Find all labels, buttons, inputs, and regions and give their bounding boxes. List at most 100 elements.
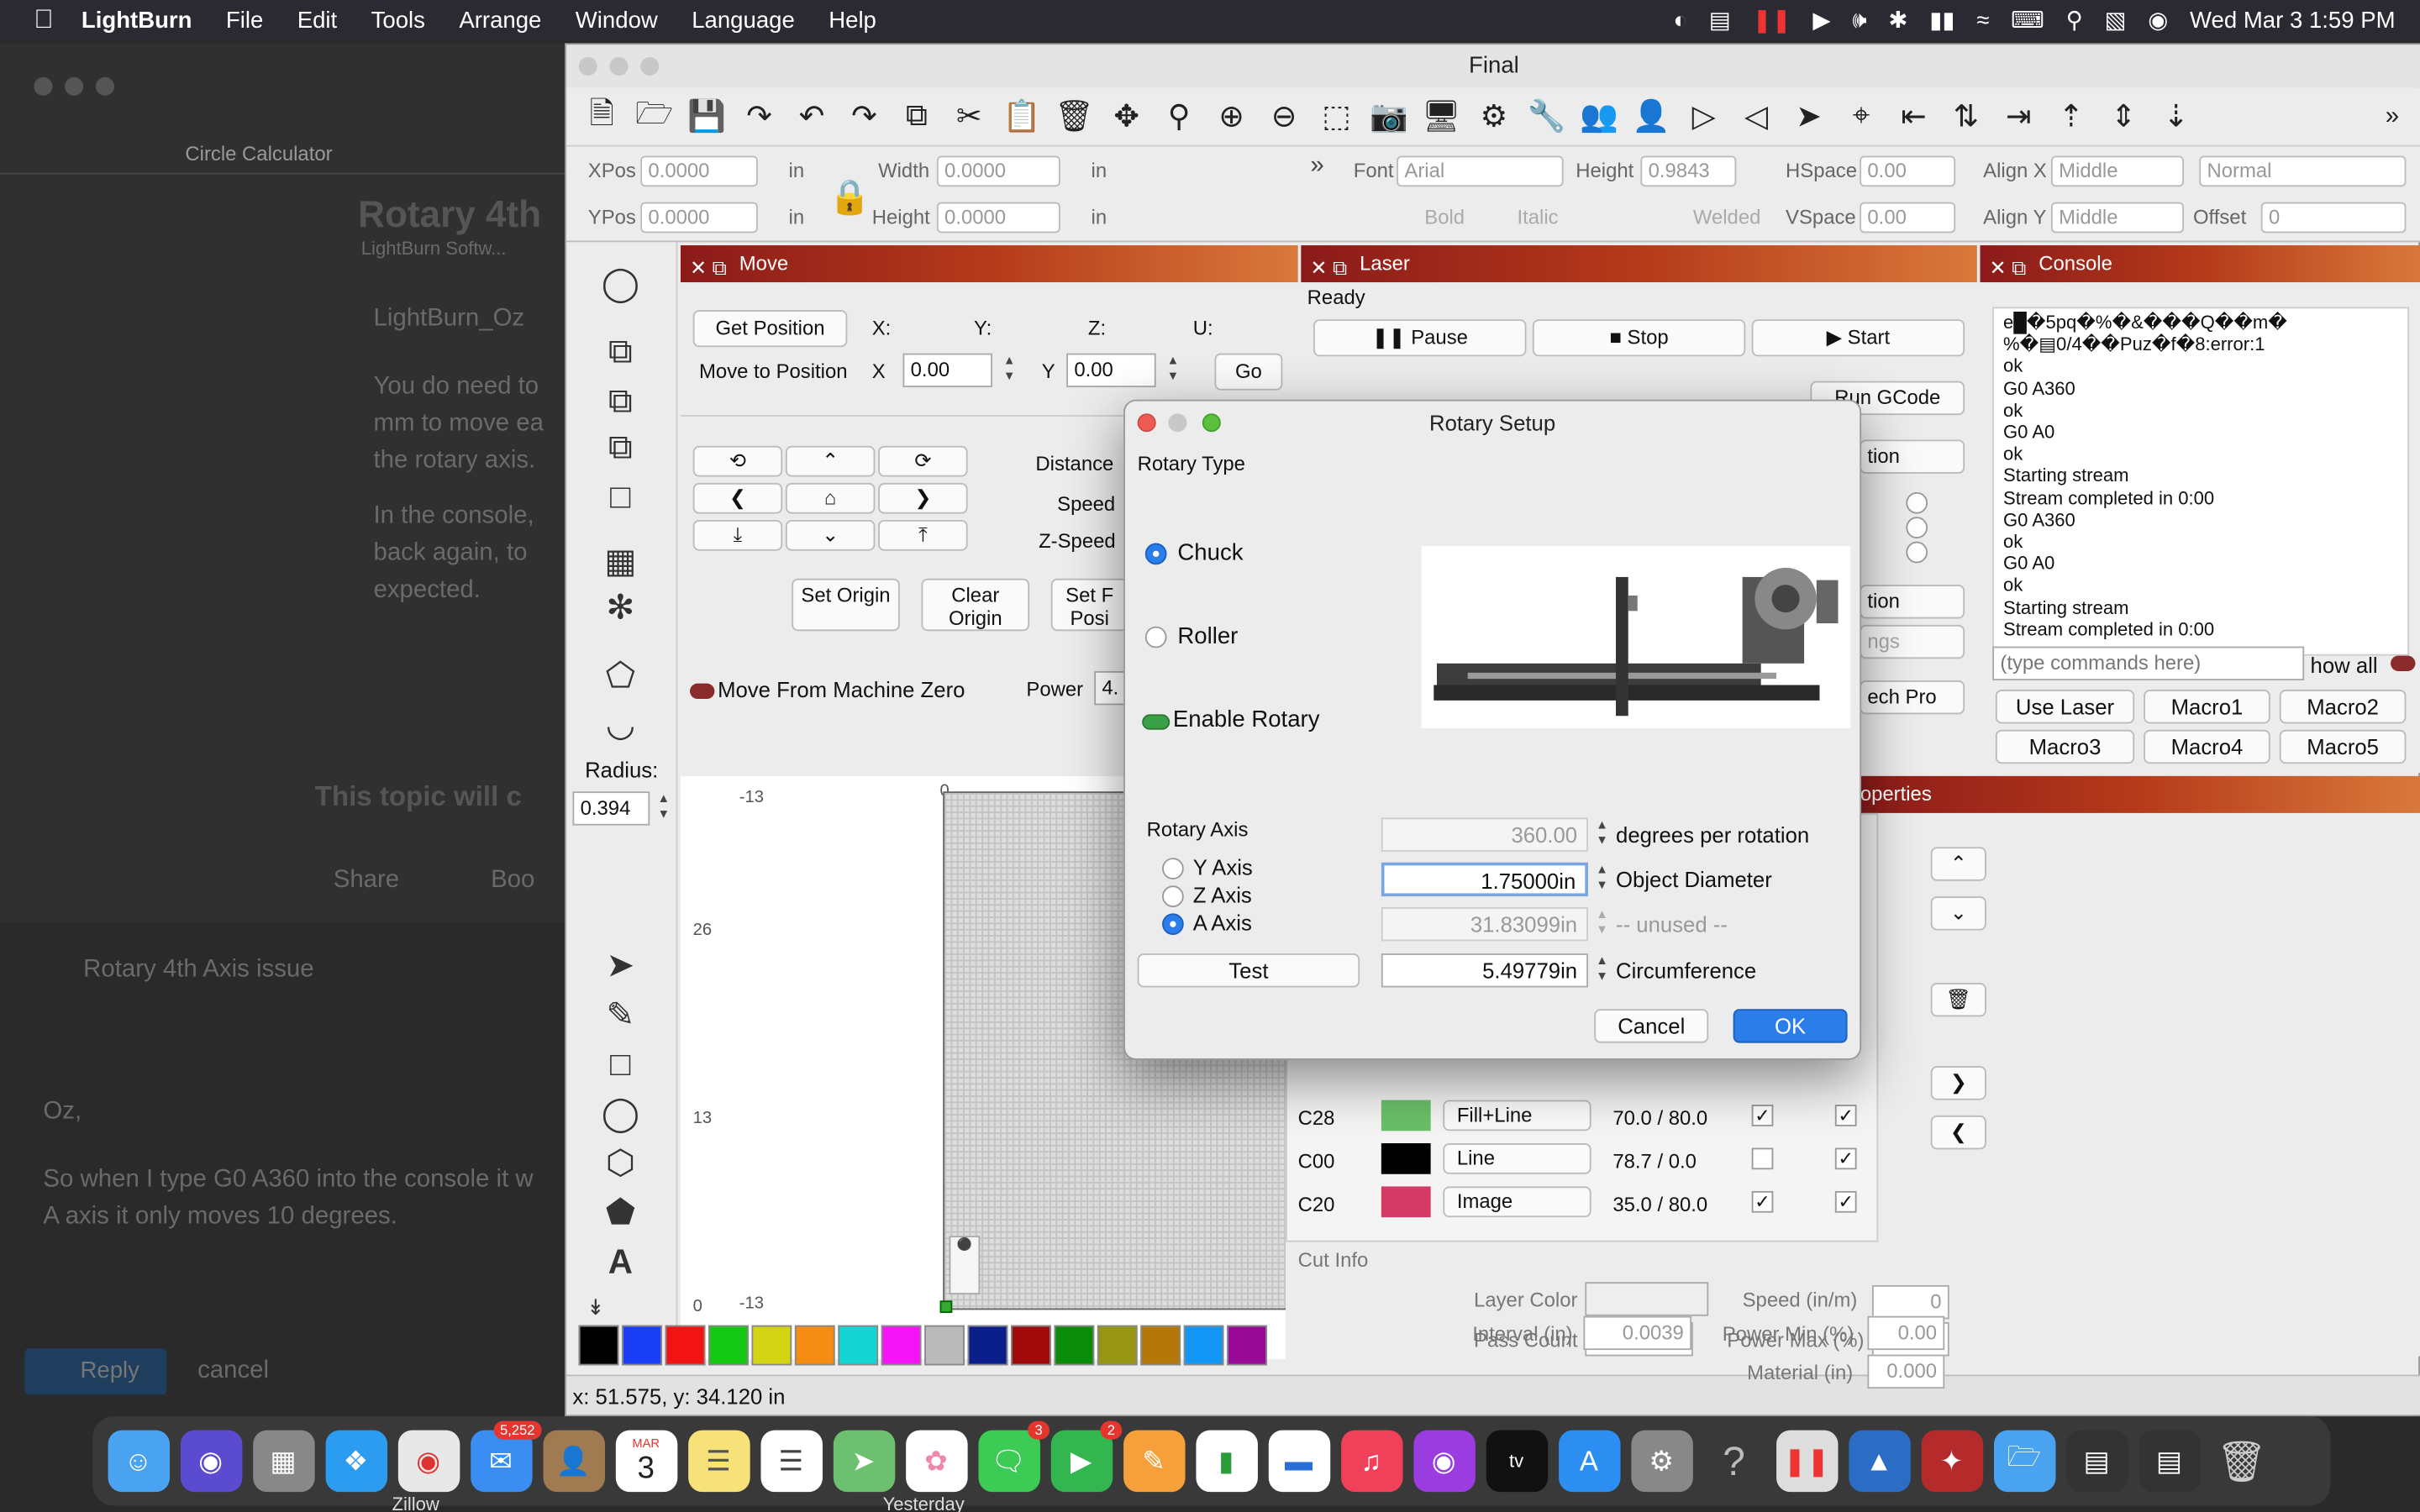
screenshot-stack-icon[interactable]: ▤: [2065, 1430, 2128, 1493]
speed-field[interactable]: 0: [1871, 1284, 1949, 1320]
layer-row[interactable]: C20 Image 35.0 / 80.0 ✓ ✓: [1292, 1186, 1878, 1226]
facetime-icon[interactable]: ▶ 2: [1050, 1420, 1122, 1493]
jog-rotate-cw-button[interactable]: ⟳: [878, 445, 968, 477]
battery-icon[interactable]: ▮▮: [1929, 6, 1954, 34]
start-button[interactable]: ▶ Start: [1751, 319, 1965, 357]
radius-field[interactable]: 0.394: [572, 791, 650, 826]
jog-left-button[interactable]: ❮: [692, 482, 783, 514]
app-store-icon[interactable]: A: [1558, 1430, 1620, 1493]
save-icon[interactable]: 💾: [684, 93, 730, 139]
menu-edit[interactable]: Edit: [297, 7, 337, 33]
laser-panel-header[interactable]: ✕ ⧉ Laser: [1301, 245, 1977, 283]
xpos-field[interactable]: 0.0000: [640, 155, 758, 187]
help-icon[interactable]: ?: [1703, 1431, 1765, 1492]
palette-swatch[interactable]: [1054, 1325, 1095, 1366]
console-output[interactable]: e█�5pq�%�&���Q��m� %�▤0/4��Puz�f�8:error:…: [1992, 307, 2410, 656]
palette-swatch[interactable]: [924, 1325, 965, 1366]
a-axis-radio[interactable]: [1162, 913, 1184, 936]
jog-rotate-ccw-button[interactable]: ⟲: [692, 445, 783, 477]
print-icon[interactable]: ▤: [1709, 6, 1731, 34]
layer-row[interactable]: C00 Line 78.7 / 0.0 ✓: [1292, 1142, 1878, 1184]
zoom-icon[interactable]: ⚲: [1156, 93, 1202, 139]
keynote-icon[interactable]: ▬: [1267, 1430, 1330, 1493]
bg-cancel[interactable]: cancel: [197, 1357, 269, 1385]
circular-array-icon[interactable]: ✻: [597, 588, 644, 631]
ellipse-icon[interactable]: ◯: [597, 1094, 644, 1137]
macro4-button[interactable]: Macro4: [2144, 729, 2270, 764]
chrome-icon[interactable]: ◉: [397, 1430, 460, 1493]
rotate-icon[interactable]: ⬠: [597, 656, 644, 699]
circumference-field[interactable]: 5.49779in: [1381, 953, 1588, 988]
system-preferences-icon[interactable]: ⚙: [1630, 1430, 1692, 1493]
delete-layer-button[interactable]: 🗑: [1930, 982, 1986, 1017]
cut-icon[interactable]: ✂: [946, 93, 992, 139]
device-settings-button[interactable]: ngs: [1860, 624, 1965, 659]
close-icon[interactable]: ✕ ⧉: [1310, 250, 1347, 287]
launchpad-icon[interactable]: ▦: [252, 1430, 314, 1493]
toolbar-more-icon[interactable]: »: [2369, 93, 2415, 139]
bg-share[interactable]: Share: [334, 867, 399, 895]
undo-icon[interactable]: ↶: [789, 93, 835, 139]
aligny-select[interactable]: Middle: [2050, 202, 2184, 234]
align-center-icon[interactable]: ⇅: [1943, 93, 1989, 139]
camera-icon[interactable]: 📷: [1365, 93, 1412, 139]
zoom-in-icon[interactable]: ⊕: [1208, 93, 1255, 139]
bg-book[interactable]: Boo: [491, 867, 534, 895]
font-height-field[interactable]: 0.9843: [1640, 155, 1737, 187]
machine-zero-toggle[interactable]: [690, 683, 715, 700]
design-object[interactable]: ⚫: [949, 1236, 981, 1294]
cuts-panel-header[interactable]: roperties: [1847, 775, 2420, 813]
enable-rotary-toggle[interactable]: [1142, 714, 1171, 730]
bg-reply-button[interactable]: Reply: [24, 1348, 167, 1395]
move-layer-down-button[interactable]: ⌄: [1930, 896, 1986, 931]
jog-up-button[interactable]: ⌃: [785, 445, 876, 477]
laser-radio[interactable]: [1906, 541, 1928, 564]
palette-swatch[interactable]: [881, 1325, 922, 1366]
palette-swatch[interactable]: [1011, 1325, 1051, 1366]
clear-origin-button[interactable]: Clear Origin: [921, 578, 1030, 632]
palette-swatch[interactable]: [665, 1325, 706, 1366]
test-button[interactable]: Test: [1137, 953, 1360, 988]
start-from-select[interactable]: tion: [1860, 439, 1965, 474]
user-icon[interactable]: 👤: [1628, 93, 1675, 139]
redo-icon[interactable]: ↷: [841, 93, 887, 139]
parallels-icon[interactable]: ❚❚: [1776, 1430, 1838, 1493]
flip-icon[interactable]: ◁: [1733, 93, 1780, 139]
polygon-icon[interactable]: ⬡: [597, 1143, 644, 1186]
layer-show-checkbox[interactable]: ✓: [1834, 1190, 1857, 1213]
import-icon[interactable]: ↷: [736, 93, 782, 139]
material-field[interactable]: 0.000: [1867, 1354, 1945, 1389]
jog-down-button[interactable]: ⌄: [785, 519, 876, 551]
menu-arrange[interactable]: Arrange: [459, 7, 541, 33]
layer-output-checkbox[interactable]: [1751, 1147, 1774, 1170]
fillet-icon[interactable]: ◡: [597, 705, 644, 748]
palette-swatch[interactable]: [1183, 1325, 1224, 1366]
power-min-field[interactable]: 0.00: [1867, 1315, 1945, 1351]
parallels-icon[interactable]: ❚❚: [1753, 6, 1791, 34]
console-panel-header[interactable]: ✕ ⧉ Console: [1980, 245, 2420, 283]
align-right-icon[interactable]: ⇥: [1996, 93, 2042, 139]
device-select[interactable]: ech Pro: [1860, 680, 1965, 715]
ypos-field[interactable]: 0.0000: [640, 202, 758, 234]
pentagon-icon[interactable]: ⬟: [597, 1193, 644, 1236]
set-finish-position-button[interactable]: Set F Posi: [1050, 578, 1128, 632]
italic-toggle[interactable]: Italic: [1517, 205, 1558, 228]
show-all-toggle[interactable]: [2391, 655, 2416, 671]
messages-icon[interactable]: 🗨 3: [977, 1420, 1050, 1493]
keyboard-icon[interactable]: ⌨: [2011, 6, 2044, 34]
pages-icon[interactable]: ✎: [1123, 1430, 1185, 1493]
use-laser-button[interactable]: Use Laser: [1995, 690, 2135, 724]
rectangle-icon[interactable]: □: [597, 1044, 644, 1087]
wifi-icon[interactable]: ≈: [1976, 7, 1989, 33]
menu-file[interactable]: File: [226, 7, 263, 33]
normal-select[interactable]: Normal: [2199, 155, 2407, 187]
font-select[interactable]: Arial: [1397, 155, 1564, 187]
move-y-field[interactable]: 0.00: [1066, 353, 1156, 388]
menubar-clock[interactable]: Wed Mar 3 1:59 PM: [2190, 7, 2396, 33]
cancel-button[interactable]: Cancel: [1594, 1009, 1709, 1043]
width-field[interactable]: 0.0000: [936, 155, 1060, 187]
move-layer-up-button[interactable]: ⌃: [1930, 847, 1986, 881]
window-stack-icon[interactable]: ▤: [2138, 1430, 2201, 1493]
align-bottom-icon[interactable]: ⇣: [2153, 93, 2199, 139]
paste-icon[interactable]: 📋: [998, 93, 1044, 139]
